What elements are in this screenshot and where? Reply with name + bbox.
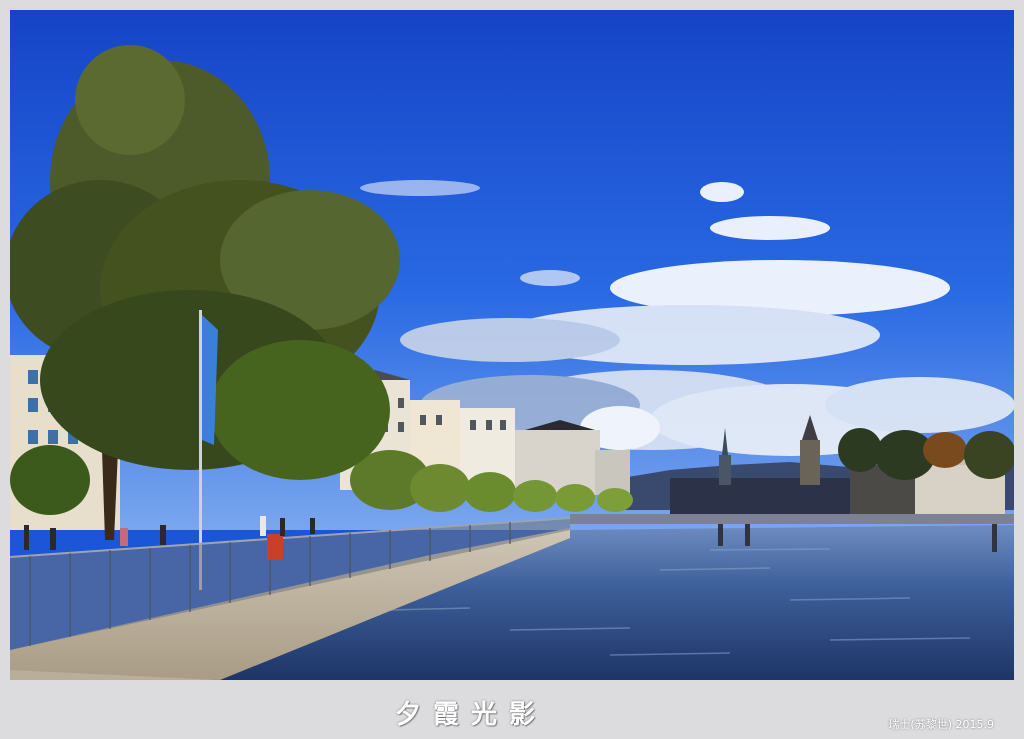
red-bin <box>267 534 283 560</box>
photo-title: 夕霞光影 <box>395 700 548 730</box>
landscape-photo <box>10 10 1014 680</box>
photo-credit: 瑞士(苏黎世) 2015.9 <box>888 718 994 731</box>
caption-bar: 夕霞光影 瑞士(苏黎世) 2015.9 <box>0 690 1024 734</box>
photo-illustration <box>10 10 1014 680</box>
